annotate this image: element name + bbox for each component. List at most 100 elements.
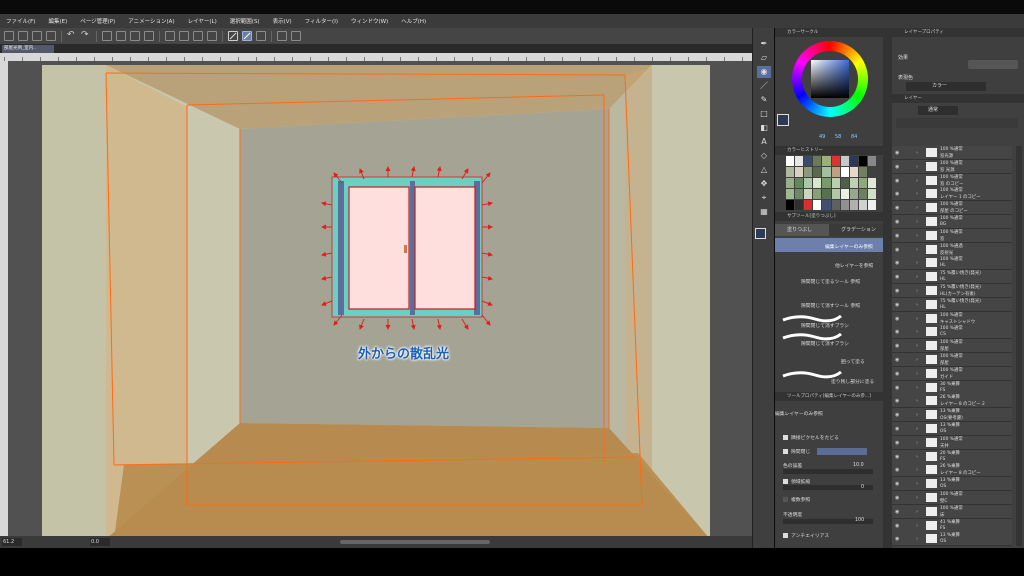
- invert-selection-icon[interactable]: [193, 31, 203, 41]
- subtool-item[interactable]: 隙間閉じて塗るツール 参照: [775, 272, 883, 292]
- expand-icon[interactable]: ›: [916, 412, 918, 418]
- color-swatch[interactable]: [867, 189, 876, 199]
- menu-view[interactable]: 表示(V): [273, 17, 292, 25]
- menu-filter[interactable]: フィルター(I): [305, 17, 338, 25]
- menu-animation[interactable]: アニメーション(A): [128, 17, 174, 25]
- eye-icon[interactable]: ◉: [895, 412, 899, 418]
- layer-row[interactable]: ◉ › 20 %乗算 FS: [892, 449, 1012, 464]
- expand-icon[interactable]: ›: [916, 150, 918, 156]
- color-swatch[interactable]: [849, 156, 858, 166]
- layer-row[interactable]: ◉ › 13 %乗算 OS: [892, 532, 1012, 547]
- eye-icon[interactable]: ◉: [895, 440, 899, 446]
- brush-tool-icon[interactable]: ／: [757, 80, 771, 92]
- color-swatch[interactable]: [867, 156, 876, 166]
- color-swatch[interactable]: [849, 167, 858, 177]
- crop-icon[interactable]: [179, 31, 189, 41]
- layer-row[interactable]: ◉ › 75 %覆い焼き(発光) HL: [892, 270, 1012, 285]
- color-swatch[interactable]: [840, 200, 849, 210]
- clear-icon[interactable]: [102, 31, 112, 41]
- close-gap-level[interactable]: [817, 448, 867, 455]
- color-swatch[interactable]: [822, 189, 831, 199]
- expand-icon[interactable]: ›: [916, 274, 918, 280]
- expand-icon[interactable]: ›: [916, 205, 918, 211]
- color-swatch[interactable]: [849, 200, 858, 210]
- expression-select[interactable]: カラー: [906, 82, 986, 91]
- expand-icon[interactable]: ›: [916, 316, 918, 322]
- expand-icon[interactable]: ›: [916, 164, 918, 170]
- color-swatch[interactable]: [813, 178, 822, 188]
- eye-icon[interactable]: ◉: [895, 357, 899, 363]
- color-swatch[interactable]: [804, 178, 813, 188]
- color-swatch[interactable]: [840, 167, 849, 177]
- transform-icon[interactable]: [144, 31, 154, 41]
- antialias-checkbox[interactable]: アンチエイリアス: [783, 532, 829, 539]
- layer-row[interactable]: ◉ › 26 %乗算 レイヤー 8 のコピー 2: [892, 394, 1012, 409]
- color-swatch[interactable]: [858, 189, 867, 199]
- eye-icon[interactable]: ◉: [895, 467, 899, 473]
- expand-icon[interactable]: ›: [916, 371, 918, 377]
- layer-row[interactable]: ◉ › 100 %通常窓: [892, 228, 1012, 243]
- open-icon[interactable]: [32, 31, 42, 41]
- menu-file[interactable]: ファイル(F): [6, 17, 35, 25]
- eye-icon[interactable]: ◉: [895, 288, 899, 294]
- eye-icon[interactable]: ◉: [895, 302, 899, 308]
- expand-icon[interactable]: ›: [916, 343, 918, 349]
- expand-icon[interactable]: ›: [916, 440, 918, 446]
- layer-row[interactable]: ◉ › 100 %通過 反射光: [892, 242, 1012, 257]
- expand-icon[interactable]: ›: [916, 260, 918, 266]
- layer-row[interactable]: ◉ › 26 %乗算 レイヤー 8 のコピー: [892, 463, 1012, 478]
- eyedropper-tool-icon[interactable]: ⌖: [757, 192, 771, 204]
- document-tab[interactable]: 部屋光例_室内..: [2, 45, 54, 53]
- app-icon[interactable]: [4, 31, 14, 41]
- eye-icon[interactable]: ◉: [895, 150, 899, 156]
- color-swatch[interactable]: [858, 178, 867, 188]
- menu-window[interactable]: ウィンドウ(W): [351, 17, 388, 25]
- area-scaling-slider[interactable]: [783, 485, 873, 490]
- color-swatch[interactable]: [795, 178, 804, 188]
- snap-grid-icon[interactable]: [256, 31, 266, 41]
- expand-icon[interactable]: ›: [916, 247, 918, 253]
- grid-tool-icon[interactable]: ▦: [757, 206, 771, 218]
- eye-icon[interactable]: ◉: [895, 523, 899, 529]
- expand-icon[interactable]: ›: [916, 523, 918, 529]
- figure-tool-icon[interactable]: ◇: [757, 150, 771, 162]
- eye-icon[interactable]: ◉: [895, 495, 899, 501]
- eye-icon[interactable]: ◉: [895, 274, 899, 280]
- eye-icon[interactable]: ◉: [895, 385, 899, 391]
- layer-row[interactable]: ◉ › 13 %乗算 OS(要考慮): [892, 408, 1012, 423]
- expand-icon[interactable]: ›: [916, 302, 918, 308]
- close-gap-checkbox[interactable]: 隙間閉じ: [783, 448, 810, 455]
- text-tool-icon[interactable]: A: [757, 136, 771, 148]
- color-swatch[interactable]: [822, 167, 831, 177]
- eye-icon[interactable]: ◉: [895, 178, 899, 184]
- eye-icon[interactable]: ◉: [895, 454, 899, 460]
- color-swatch[interactable]: [849, 189, 858, 199]
- eye-icon[interactable]: ◉: [895, 191, 899, 197]
- layer-row[interactable]: ◉ › 13 %乗算 OS: [892, 477, 1012, 492]
- layer-row[interactable]: ◉ › 75 %覆い焼き(発光) HL(カーテン有後): [892, 284, 1012, 298]
- expand-icon[interactable]: ›: [916, 329, 918, 335]
- expand-icon[interactable]: ›: [916, 495, 918, 501]
- color-swatch[interactable]: [840, 189, 849, 199]
- color-swatch[interactable]: [867, 178, 876, 188]
- color-swatch[interactable]: [858, 156, 867, 166]
- color-swatch[interactable]: [831, 167, 840, 177]
- eye-icon[interactable]: ◉: [895, 426, 899, 432]
- gradient-tool-icon[interactable]: ◧: [757, 122, 771, 134]
- eye-icon[interactable]: ◉: [895, 371, 899, 377]
- layer-row[interactable]: ◉ › 100 %通常 部屋: [892, 353, 1012, 367]
- expand-icon[interactable]: ›: [916, 509, 918, 515]
- layer-row[interactable]: ◉ › 100 %通常 CS: [892, 325, 1012, 340]
- menu-selection[interactable]: 選択範囲(S): [230, 17, 260, 25]
- expand-icon[interactable]: ›: [916, 426, 918, 432]
- layer-row[interactable]: ◉ › 100 %通常 レイヤー 1 のコピー: [892, 187, 1012, 202]
- angle-field[interactable]: 0.0: [90, 538, 110, 546]
- eye-icon[interactable]: ◉: [895, 343, 899, 349]
- zoom-field[interactable]: 61.2: [2, 538, 22, 546]
- layer-row[interactable]: ◉ › 100 %通常 天井: [892, 435, 1012, 450]
- color-swatch[interactable]: [813, 167, 822, 177]
- expand-icon[interactable]: ›: [916, 467, 918, 473]
- color-swatch[interactable]: [822, 200, 831, 210]
- layer-row[interactable]: ◉ › 100 %通常 ガイド: [892, 366, 1012, 381]
- new-icon[interactable]: [18, 31, 28, 41]
